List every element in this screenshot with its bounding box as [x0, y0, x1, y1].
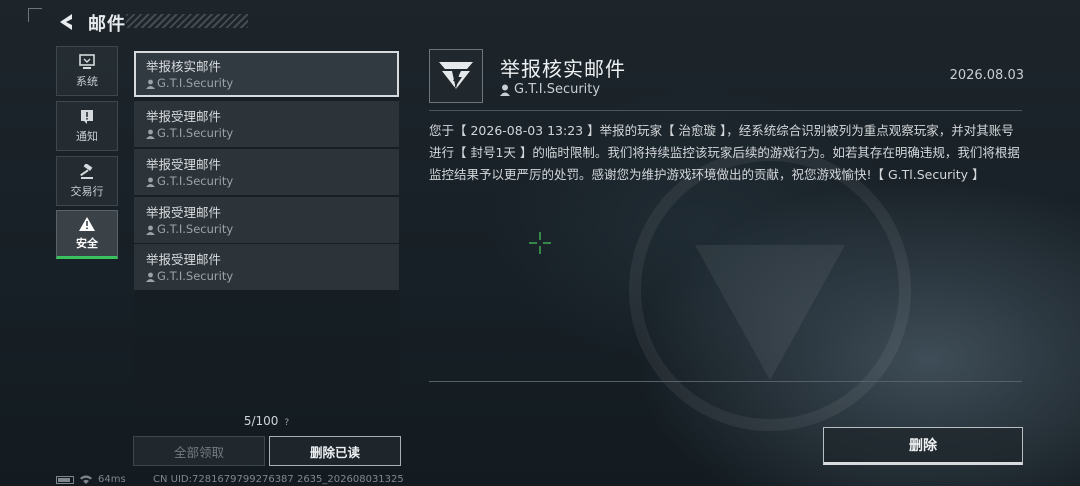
status-bar: 64ms	[56, 474, 126, 485]
mail-sender-name: G.T.I.Security	[157, 76, 234, 90]
back-arrow-icon[interactable]	[56, 12, 78, 32]
mail-item[interactable]: 举报受理邮件 G.T.I.Security	[134, 197, 399, 243]
category-label: 交易行	[70, 184, 104, 198]
title-stripe-decoration	[126, 14, 248, 28]
wifi-icon	[80, 475, 92, 484]
mail-subject: 举报核实邮件	[146, 59, 222, 74]
mail-subject: 举报受理邮件	[146, 157, 222, 172]
delete-mail-button[interactable]: 删除	[823, 427, 1023, 465]
corner-bracket	[28, 8, 42, 22]
mail-sender-name: G.T.I.Security	[157, 126, 234, 140]
security-shield-logo-icon	[439, 62, 473, 89]
mail-sender: G.T.I.Security	[146, 126, 387, 141]
claim-all-button[interactable]: 全部领取	[133, 436, 265, 466]
ping-value: 64ms	[98, 474, 126, 485]
mail-count: 5/100?	[134, 414, 399, 428]
uid-text: CN UID:7281679799276387 2635_20260803132…	[153, 474, 404, 485]
mail-detail-date: 2026.08.03	[949, 68, 1024, 83]
gavel-icon	[80, 163, 93, 179]
category-label: 安全	[76, 237, 98, 250]
category-tab-system[interactable]: 系统	[56, 46, 118, 96]
mail-sender: G.T.I.Security	[146, 269, 387, 284]
user-icon	[146, 79, 155, 89]
mail-body-text: 您于【 2026-08-03 13:23 】举报的玩家【 治愈璇 】，经系统综合…	[429, 123, 1020, 182]
category-tab-security[interactable]: 安全	[56, 210, 118, 259]
mail-sender: G.T.I.Security	[146, 222, 387, 237]
mail-detail-sender: G.T.I.Security	[500, 82, 600, 97]
category-tab-notice[interactable]: 通知	[56, 101, 118, 151]
alert-note-icon	[81, 109, 93, 124]
divider	[429, 110, 1022, 111]
mail-sender-name: G.T.I.Security	[157, 222, 234, 236]
category-label: 通知	[76, 129, 98, 143]
user-icon	[146, 129, 155, 139]
mail-sender: G.T.I.Security	[146, 76, 387, 91]
sender-logo	[429, 49, 483, 103]
monitor-icon	[79, 53, 95, 69]
category-label: 系统	[76, 74, 98, 88]
mail-sender-name: G.T.I.Security	[157, 174, 234, 188]
user-icon	[146, 177, 155, 187]
mail-detail-title: 举报核实邮件	[500, 57, 626, 81]
battery-icon	[56, 475, 74, 484]
divider	[429, 381, 1022, 382]
mail-count-value: 5/100	[243, 414, 279, 428]
user-icon	[500, 84, 510, 96]
mail-item-selected[interactable]: 举报核实邮件 G.T.I.Security	[134, 51, 399, 97]
mail-item[interactable]: 举报受理邮件 G.T.I.Security	[134, 149, 399, 195]
mail-detail-sender-name: G.T.I.Security	[514, 82, 601, 97]
mail-subject: 举报受理邮件	[146, 205, 222, 220]
category-tab-auction[interactable]: 交易行	[56, 156, 118, 206]
mail-item[interactable]: 举报受理邮件 G.T.I.Security	[134, 244, 399, 290]
user-icon	[146, 225, 155, 235]
page-title: 邮件	[88, 14, 126, 35]
user-icon	[146, 272, 155, 282]
mail-sender: G.T.I.Security	[146, 174, 387, 189]
mail-sender-name: G.T.I.Security	[157, 269, 234, 283]
mail-item[interactable]: 举报受理邮件 G.T.I.Security	[134, 101, 399, 147]
warning-icon	[79, 217, 95, 231]
mail-subject: 举报受理邮件	[146, 109, 222, 124]
crosshair-icon	[529, 232, 551, 254]
mail-subject: 举报受理邮件	[146, 252, 222, 267]
help-icon[interactable]: ?	[284, 418, 289, 428]
delete-read-button[interactable]: 删除已读	[269, 436, 401, 466]
